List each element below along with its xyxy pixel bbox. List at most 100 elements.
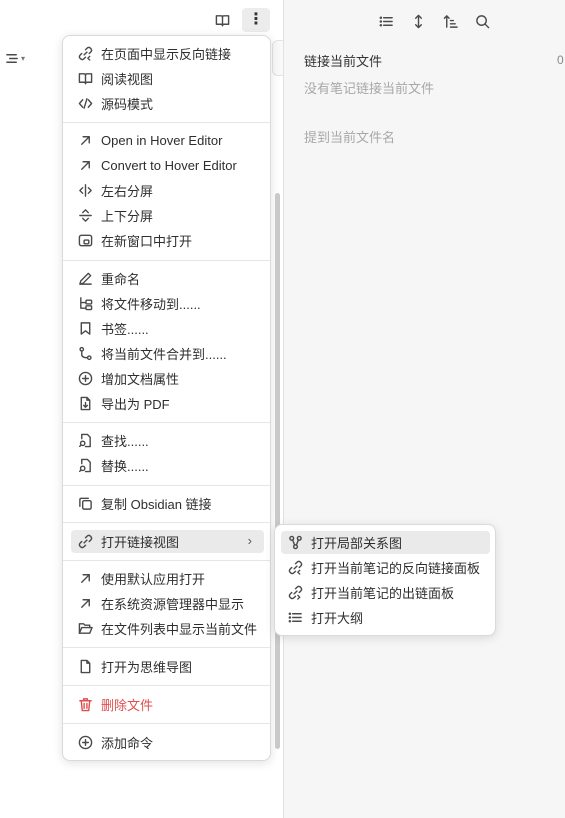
linked-count: 0 <box>557 53 564 67</box>
folder-tree-icon <box>77 296 93 312</box>
menu-item-label: 打开大纲 <box>311 611 364 626</box>
graph-icon <box>287 535 303 551</box>
arrow-up-right-icon <box>77 571 93 587</box>
copy-icon <box>77 496 93 512</box>
search-button[interactable] <box>471 10 493 32</box>
menu-separator <box>63 723 270 724</box>
outgoing-link-icon <box>287 585 303 601</box>
book-open-icon <box>214 12 230 28</box>
menu-item-label: 将当前文件合并到...... <box>101 347 227 362</box>
menu-separator <box>63 560 270 561</box>
sidebar-toolbar <box>284 8 565 34</box>
menu-item-open-link-view[interactable]: 打开链接视图 › <box>71 530 264 553</box>
menu-scrollbar[interactable] <box>275 193 280 749</box>
menu-item-label: 使用默认应用打开 <box>101 572 206 587</box>
menu-item-label: 复制 Obsidian 链接 <box>101 497 212 512</box>
menu-item-label: 打开为思维导图 <box>101 660 193 675</box>
expand-context-button[interactable] <box>407 10 429 32</box>
menu-item-label: Open in Hover Editor <box>101 133 223 148</box>
menu-item-open-default-app[interactable]: 使用默认应用打开 <box>71 567 264 590</box>
view-header: ⋮ <box>0 0 283 40</box>
menu-item-label: 添加命令 <box>101 736 154 751</box>
submenu-item-backlinks-pane[interactable]: 打开当前笔记的反向链接面板 <box>281 556 490 579</box>
menu-item-label: 书签...... <box>101 322 149 337</box>
book-open-icon <box>77 71 93 87</box>
menu-item-copy-obsidian-link[interactable]: 复制 Obsidian 链接 <box>71 492 264 515</box>
menu-separator <box>63 685 270 686</box>
plus-circle-icon <box>77 735 93 751</box>
split-vertical-icon <box>77 183 93 199</box>
menu-item-reading-view[interactable]: 阅读视图 <box>71 67 264 90</box>
menu-item-label: Convert to Hover Editor <box>101 158 237 173</box>
menu-item-convert-hover-editor[interactable]: Convert to Hover Editor <box>71 154 264 177</box>
split-horizontal-icon <box>77 208 93 224</box>
menu-item-source-mode[interactable]: 源码模式 <box>71 92 264 115</box>
menu-item-label: 增加文档属性 <box>101 372 180 387</box>
outline-control[interactable]: ▾ <box>4 50 25 66</box>
submenu-item-local-graph[interactable]: 打开局部关系图 <box>281 531 490 554</box>
menu-item-split-right[interactable]: 左右分屏 <box>71 179 264 202</box>
backlink-icon <box>287 560 303 576</box>
file-search-icon <box>77 433 93 449</box>
bookmark-icon <box>77 321 93 337</box>
list-icon <box>287 610 303 626</box>
menu-item-label: 替换...... <box>101 459 149 474</box>
reading-view-button[interactable] <box>210 9 234 31</box>
menu-item-export-pdf[interactable]: 导出为 PDF <box>71 392 264 415</box>
list-icon <box>378 13 394 29</box>
menu-item-add-property[interactable]: 增加文档属性 <box>71 367 264 390</box>
menu-item-show-backlinks[interactable]: 在页面中显示反向链接 <box>71 42 264 65</box>
sort-button[interactable] <box>439 10 461 32</box>
submenu-item-outgoing-links-pane[interactable]: 打开当前笔记的出链面板 <box>281 581 490 604</box>
menu-item-label: 将文件移动到...... <box>101 297 201 312</box>
menu-item-open-new-window[interactable]: 在新窗口中打开 <box>71 229 264 252</box>
menu-item-show-in-explorer[interactable]: 在系统资源管理器中显示 <box>71 592 264 615</box>
menu-item-merge-file[interactable]: 将当前文件合并到...... <box>71 342 264 365</box>
more-options-button[interactable]: ⋮ <box>242 8 270 32</box>
menu-separator <box>63 647 270 648</box>
menu-item-reveal-in-file-list[interactable]: 在文件列表中显示当前文件 <box>71 617 264 640</box>
plus-circle-icon <box>77 371 93 387</box>
outline-list-icon <box>4 50 20 66</box>
menu-item-replace[interactable]: 替换...... <box>71 454 264 477</box>
menu-separator <box>63 522 270 523</box>
menu-separator <box>63 122 270 123</box>
sort-icon <box>410 13 426 29</box>
menu-item-label: 打开当前笔记的出链面板 <box>311 586 455 601</box>
menu-item-label: 在页面中显示反向链接 <box>101 47 232 62</box>
backlink-icon <box>77 46 93 62</box>
sort-ascending-icon <box>442 13 458 29</box>
menu-item-open-as-mindmap[interactable]: 打开为思维导图 <box>71 655 264 678</box>
more-vertical-icon: ⋮ <box>248 11 264 28</box>
file-export-icon <box>77 396 93 412</box>
file-context-menu: 在页面中显示反向链接 阅读视图 源码模式 Open in Hover Edito… <box>62 35 280 761</box>
menu-separator <box>63 422 270 423</box>
menu-item-label: 重命名 <box>101 272 141 287</box>
menu-item-label: 在文件列表中显示当前文件 <box>101 622 258 637</box>
menu-item-rename[interactable]: 重命名 <box>71 267 264 290</box>
menu-item-label: 查找...... <box>101 434 149 449</box>
menu-item-bookmark[interactable]: 书签...... <box>71 317 264 340</box>
menu-item-label: 在系统资源管理器中显示 <box>101 597 245 612</box>
menu-item-split-down[interactable]: 上下分屏 <box>71 204 264 227</box>
arrow-up-right-icon <box>77 133 93 149</box>
merge-icon <box>77 346 93 362</box>
arrow-up-right-icon <box>77 596 93 612</box>
menu-item-find[interactable]: 查找...... <box>71 429 264 452</box>
menu-item-delete-file[interactable]: 删除文件 <box>71 693 264 716</box>
chevron-down-icon: ▾ <box>21 53 26 63</box>
file-search-icon <box>77 458 93 474</box>
menu-item-label: 打开链接视图 <box>101 535 180 550</box>
menu-item-add-command[interactable]: 添加命令 <box>71 731 264 754</box>
pencil-icon <box>77 271 93 287</box>
menu-item-label: 导出为 PDF <box>101 397 170 412</box>
menu-item-label: 上下分屏 <box>101 209 154 224</box>
submenu-item-outline[interactable]: 打开大纲 <box>281 606 490 629</box>
linked-mentions-heading[interactable]: 链接当前文件 <box>304 51 382 70</box>
menu-item-move-file[interactable]: 将文件移动到...... <box>71 292 264 315</box>
menu-item-label: 删除文件 <box>101 698 154 713</box>
collapse-results-button[interactable] <box>375 10 397 32</box>
unlinked-mentions-heading[interactable]: 提到当前文件名 <box>304 127 395 146</box>
menu-item-open-hover-editor[interactable]: Open in Hover Editor <box>71 129 264 152</box>
menu-item-label: 源码模式 <box>101 97 154 112</box>
